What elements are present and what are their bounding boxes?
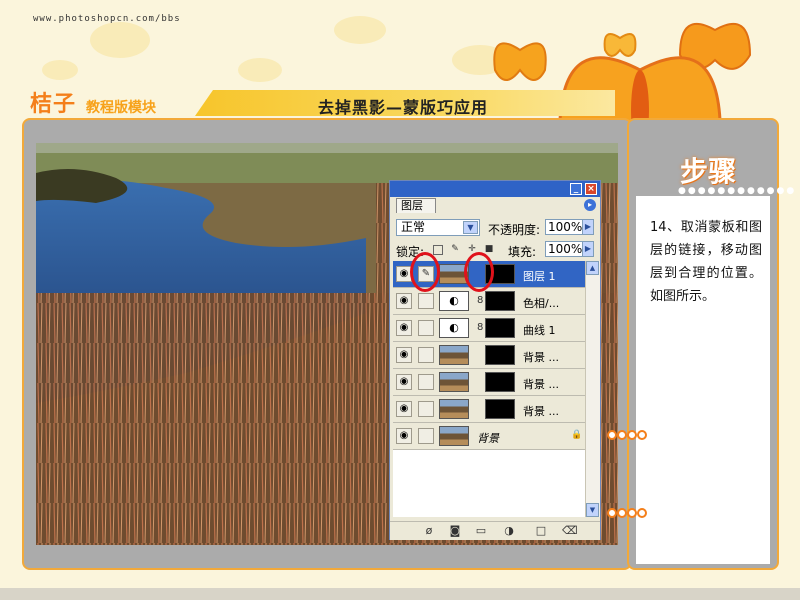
layer-row[interactable]: ◉ 背景 ...	[393, 396, 585, 423]
new-group-icon[interactable]: ▭	[474, 524, 488, 538]
connector-dots	[607, 508, 647, 518]
layer-name: 背景 ...	[523, 351, 559, 364]
close-button[interactable]: ×	[585, 183, 597, 195]
layer-mask-thumbnail[interactable]	[485, 291, 515, 311]
palette-titlebar[interactable]	[390, 181, 600, 197]
layers-palette: _ × 图层 ▸ 正常 ▼ 不透明度: 100% ▶ 锁定: ✎ ✛ ■ 填充:…	[389, 180, 601, 540]
site-url: www.photoshopcn.com/bbs	[33, 14, 181, 24]
layer-row[interactable]: ◉ ◐ 8 色相/...	[393, 288, 585, 315]
link-box[interactable]	[418, 401, 434, 417]
layer-thumbnail[interactable]	[439, 399, 469, 419]
opacity-label: 不透明度:	[488, 223, 541, 237]
annotation-circle-brush	[410, 252, 440, 292]
eye-icon[interactable]: ◉	[396, 401, 412, 417]
palette-menu-button[interactable]: ▸	[584, 199, 596, 211]
minimize-button[interactable]: _	[570, 183, 582, 195]
brand-logo-text: 桔子	[30, 91, 77, 117]
layer-name: 背景	[477, 432, 499, 445]
new-layer-icon[interactable]: □	[534, 524, 548, 538]
trash-icon[interactable]: ⌫	[562, 524, 578, 538]
layer-name: 背景 ...	[523, 405, 559, 418]
lock-transparency-icon[interactable]	[433, 245, 443, 255]
chevron-down-icon[interactable]: ▼	[463, 221, 478, 234]
eye-icon[interactable]: ◉	[396, 374, 412, 390]
scroll-down-icon[interactable]: ▼	[586, 503, 599, 517]
bottom-band	[0, 588, 800, 600]
layer-thumbnail[interactable]	[439, 372, 469, 392]
fill-arrow-icon[interactable]: ▶	[582, 241, 594, 257]
chain-icon[interactable]: 8	[477, 295, 483, 306]
layer-name: 曲线 1	[523, 324, 556, 337]
opacity-arrow-icon[interactable]: ▶	[582, 219, 594, 235]
eye-icon[interactable]: ◉	[396, 347, 412, 363]
lock-brush-icon[interactable]: ✎	[450, 245, 460, 255]
layer-name: 图层 1	[523, 270, 556, 283]
tab-layers[interactable]: 图层	[396, 198, 436, 213]
adjustment-layer-icon[interactable]: ◑	[502, 524, 516, 538]
eye-icon[interactable]: ◉	[396, 428, 412, 444]
link-box[interactable]	[418, 347, 434, 363]
chain-icon[interactable]: 8	[477, 322, 483, 333]
fill-label: 填充:	[508, 245, 537, 259]
adjustment-thumbnail[interactable]: ◐	[439, 291, 469, 311]
layers-scrollbar[interactable]: ▲ ▼	[585, 261, 600, 517]
scroll-up-icon[interactable]: ▲	[586, 261, 599, 275]
layer-mask-thumbnail[interactable]	[485, 345, 515, 365]
layer-row[interactable]: ◉ 背景 🔒	[393, 423, 585, 450]
connector-dots	[607, 430, 647, 440]
layer-mask-thumbnail[interactable]	[485, 399, 515, 419]
layer-row[interactable]: ◉ ◐ 8 曲线 1	[393, 315, 585, 342]
layer-style-icon[interactable]: ø	[422, 524, 436, 538]
opacity-input[interactable]: 100%	[545, 219, 583, 235]
fill-input[interactable]: 100%	[545, 241, 583, 257]
palette-toolbar: ø ◙ ▭ ◑ □ ⌫	[390, 521, 600, 540]
annotation-circle-link	[464, 252, 494, 292]
layer-mask-thumbnail[interactable]	[485, 318, 515, 338]
layer-mask-thumbnail[interactable]	[485, 372, 515, 392]
layer-thumbnail[interactable]	[439, 345, 469, 365]
eye-icon[interactable]: ◉	[396, 320, 412, 336]
add-mask-icon[interactable]: ◙	[448, 524, 462, 538]
layer-thumbnail[interactable]	[439, 426, 469, 446]
link-box[interactable]	[418, 428, 434, 444]
layer-row[interactable]: ◉ 背景 ...	[393, 369, 585, 396]
lesson-title: 去掉黑影—蒙版巧应用	[318, 98, 489, 117]
adjustment-thumbnail[interactable]: ◐	[439, 318, 469, 338]
lock-icon: 🔒	[571, 430, 583, 440]
brand-subtitle: 教程版模块	[86, 100, 156, 116]
link-box[interactable]	[418, 320, 434, 336]
layer-name: 背景 ...	[523, 378, 559, 391]
step-title: 步骤	[680, 155, 737, 188]
layers-list: ◉ ✎ 图层 1 ◉ ◐ 8 色相/... ◉ ◐ 8 曲线 1 ◉ 背景 ..…	[393, 261, 585, 517]
link-box[interactable]	[418, 293, 434, 309]
step-dots: ●●●●●●●●●●●●	[678, 186, 797, 196]
step-description: 14、取消蒙板和图层的链接，移动图层到合理的位置。如图所示。	[650, 220, 762, 304]
layer-name: 色相/...	[523, 297, 560, 310]
eye-icon[interactable]: ◉	[396, 293, 412, 309]
link-box[interactable]	[418, 374, 434, 390]
layer-row[interactable]: ◉ 背景 ...	[393, 342, 585, 369]
